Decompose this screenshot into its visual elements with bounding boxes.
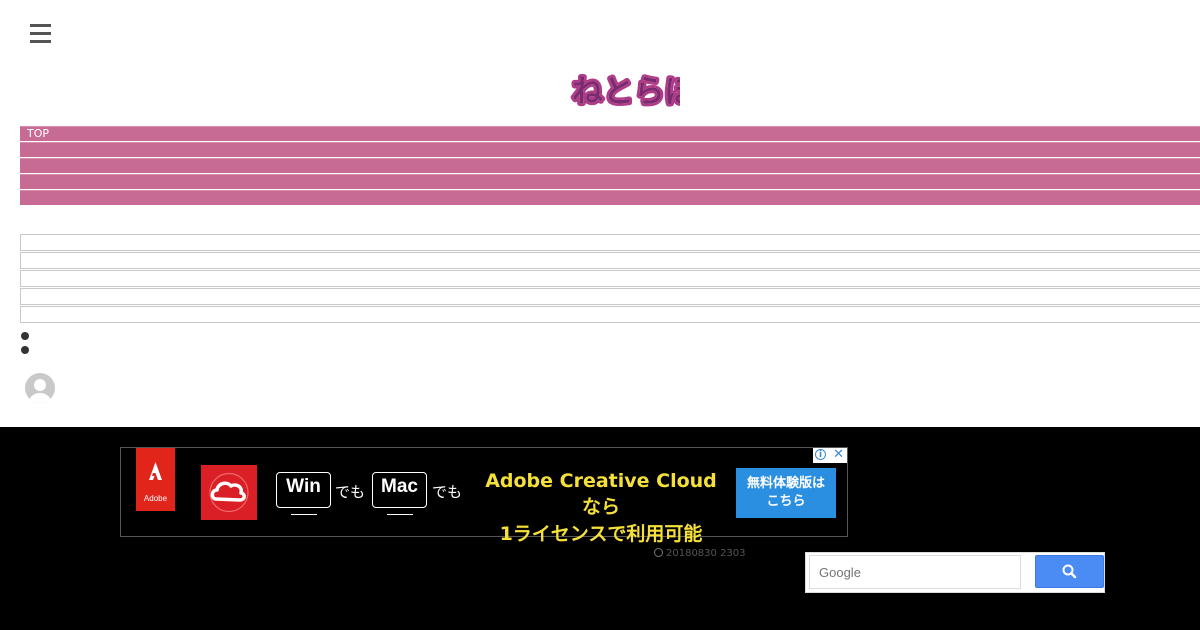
user-avatar-icon[interactable] [25, 373, 55, 403]
win-label: Win [286, 476, 321, 497]
adobe-logo: Adobe [136, 448, 175, 511]
secondary-nav-item[interactable] [20, 306, 1200, 323]
demo-text: でも [432, 483, 463, 501]
demo-text: でも [335, 483, 366, 501]
win-device-icon: Win [276, 472, 331, 508]
nav-item[interactable] [20, 142, 1200, 158]
timestamp: 20180830 2303 [654, 548, 746, 559]
secondary-nav-item[interactable] [20, 234, 1200, 251]
ad-headline-line-1: Adobe Creative Cloudなら [485, 470, 717, 518]
adobe-a-icon [149, 462, 162, 480]
mac-label: Mac [381, 476, 418, 497]
close-icon[interactable]: ✕ [833, 448, 844, 462]
secondary-nav [20, 234, 1200, 324]
primary-nav: TOP [20, 126, 1200, 206]
nav-item[interactable] [20, 174, 1200, 190]
footer: Adobe Win でも Mac でも Adobe Creative Cloud… [0, 427, 1200, 630]
svg-text:ねとらぼ: ねとらぼ [572, 74, 680, 110]
creative-cloud-icon [201, 465, 257, 520]
search-input[interactable] [809, 555, 1021, 589]
bullet-icon [21, 346, 29, 354]
site-logo[interactable]: ねとらぼ ねとらぼ [570, 70, 700, 113]
free-trial-button[interactable]: 無料体験版は こちら [736, 468, 836, 518]
cta-line-2: こちら [766, 494, 806, 509]
secondary-nav-item[interactable] [20, 288, 1200, 305]
nav-item[interactable] [20, 190, 1200, 206]
timestamp-text: 20180830 2303 [666, 548, 746, 559]
info-icon[interactable]: i [815, 449, 826, 460]
bullet-icon [21, 332, 29, 340]
clock-icon [654, 548, 663, 557]
google-search-box [805, 552, 1105, 593]
cta-line-1: 無料体験版は [746, 476, 825, 491]
search-button[interactable] [1035, 555, 1104, 588]
ad-choices[interactable]: i ✕ [813, 448, 847, 463]
advertisement-banner[interactable]: Adobe Win でも Mac でも Adobe Creative Cloud… [120, 447, 848, 545]
ad-headline: Adobe Creative Cloudなら 1ライセンスで利用可能 [476, 468, 726, 548]
secondary-nav-item[interactable] [20, 270, 1200, 287]
ad-headline-line-2: 1ライセンスで利用可能 [499, 523, 703, 545]
logo-image: ねとらぼ ねとらぼ [570, 72, 700, 113]
mac-device-icon: Mac [372, 472, 427, 508]
nav-item-top[interactable]: TOP [20, 126, 1200, 142]
hamburger-menu-icon[interactable] [30, 24, 51, 44]
search-icon [1062, 564, 1077, 579]
secondary-nav-item[interactable] [20, 252, 1200, 269]
nav-item[interactable] [20, 158, 1200, 174]
adobe-logo-text: Adobe [143, 494, 168, 503]
